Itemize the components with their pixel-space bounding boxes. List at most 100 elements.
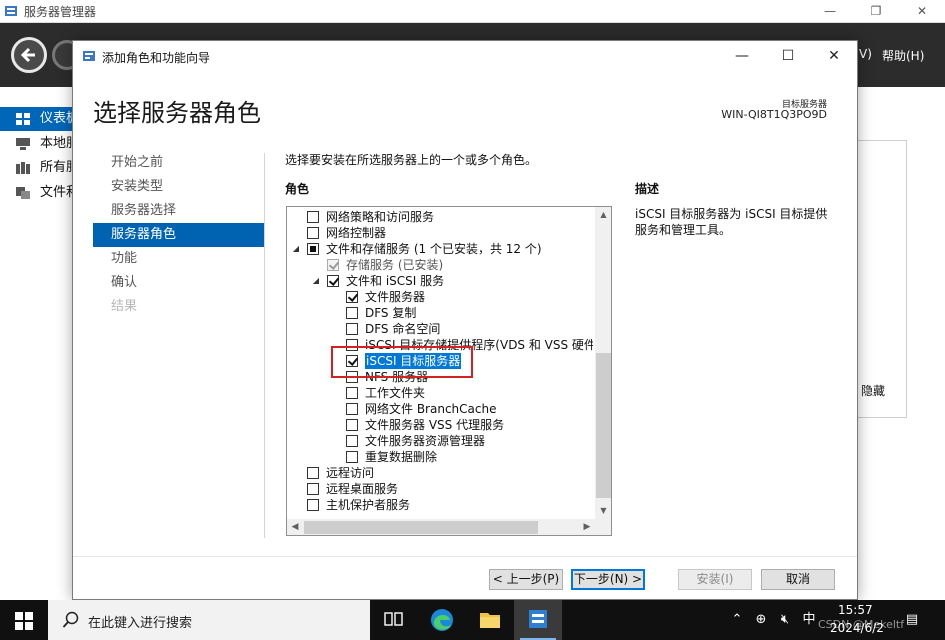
role-checkbox[interactable]: [346, 435, 358, 447]
role-label[interactable]: 文件服务器 VSS 代理服务: [365, 417, 504, 433]
expand-collapse-icon[interactable]: ◢: [291, 241, 301, 257]
step-before-you-begin[interactable]: 开始之前: [93, 151, 264, 175]
role-tree-row[interactable]: 网络控制器: [287, 225, 593, 241]
role-checkbox[interactable]: [346, 419, 358, 431]
wizard-close-button[interactable]: ✕: [811, 41, 857, 71]
next-button[interactable]: 下一步(N) >: [571, 569, 645, 590]
role-label[interactable]: DFS 复制: [365, 305, 416, 321]
sidebar-item-file-storage[interactable]: 文件和存储服务: [0, 181, 74, 205]
role-tree-row[interactable]: 工作文件夹: [287, 385, 593, 401]
role-tree-row[interactable]: 重复数据删除: [287, 449, 593, 465]
role-label[interactable]: 远程桌面服务: [326, 481, 398, 497]
role-checkbox[interactable]: [346, 403, 358, 415]
cancel-button[interactable]: 取消: [761, 569, 835, 590]
role-tree-row[interactable]: 主机保护者服务: [287, 497, 593, 513]
role-checkbox[interactable]: [307, 227, 319, 239]
role-label[interactable]: 文件服务器资源管理器: [365, 433, 485, 449]
role-tree-row[interactable]: 存储服务 (已安装): [287, 257, 593, 273]
ime-indicator[interactable]: 中: [798, 600, 820, 640]
role-tree-row[interactable]: 文件服务器: [287, 289, 593, 305]
vertical-scroll-thumb[interactable]: [596, 353, 611, 498]
minimize-button[interactable]: —: [807, 0, 853, 23]
step-server-roles[interactable]: 服务器角色: [93, 223, 264, 247]
wizard-maximize-button[interactable]: ☐: [765, 41, 811, 71]
role-label[interactable]: 主机保护者服务: [326, 497, 410, 513]
role-checkbox[interactable]: [346, 387, 358, 399]
role-label[interactable]: DFS 命名空间: [365, 321, 440, 337]
menu-view[interactable]: V): [859, 47, 872, 61]
role-checkbox[interactable]: [307, 499, 319, 511]
menu-help[interactable]: 帮助(H): [882, 47, 924, 64]
role-label[interactable]: 文件服务器: [365, 289, 425, 305]
sidebar-item-dashboard[interactable]: 仪表板: [0, 107, 74, 131]
task-view-button[interactable]: [370, 600, 418, 640]
roles-vertical-scrollbar[interactable]: ▲ ▼: [595, 207, 611, 519]
role-tree-row[interactable]: 网络文件 BranchCache: [287, 401, 593, 417]
restore-button[interactable]: ❐: [853, 0, 899, 23]
role-tree-row[interactable]: 远程桌面服务: [287, 481, 593, 497]
wizard-steps-nav: 开始之前 安装类型 服务器选择 服务器角色 功能 确认 结果: [93, 151, 264, 319]
role-tree-row[interactable]: 文件服务器资源管理器: [287, 433, 593, 449]
role-label[interactable]: 文件和 iSCSI 服务: [346, 273, 444, 289]
role-checkbox[interactable]: [346, 323, 358, 335]
role-checkbox[interactable]: [307, 243, 319, 255]
hide-link[interactable]: 隐藏: [861, 382, 885, 399]
wizard-app-icon: [83, 51, 95, 61]
role-checkbox[interactable]: [307, 467, 319, 479]
scroll-up-icon[interactable]: ▲: [595, 207, 611, 223]
expand-collapse-icon[interactable]: ◢: [311, 273, 321, 289]
scroll-down-icon[interactable]: ▼: [595, 503, 611, 519]
role-checkbox[interactable]: [346, 307, 358, 319]
back-arrow-icon[interactable]: [11, 37, 47, 73]
taskbar-search-box[interactable]: 在此键入进行搜索: [48, 600, 370, 640]
role-label[interactable]: 文件和存储服务 (1 个已安装，共 12 个): [326, 241, 542, 257]
file-explorer-button[interactable]: [466, 600, 514, 640]
scroll-left-icon[interactable]: ◀: [287, 519, 303, 535]
start-button[interactable]: [0, 600, 48, 640]
edge-browser-button[interactable]: [418, 600, 466, 640]
server-manager-taskbar-button[interactable]: [514, 600, 562, 640]
show-hidden-icons-icon[interactable]: ⌃: [728, 600, 746, 640]
role-label[interactable]: 存储服务 (已安装): [346, 257, 443, 273]
previous-button[interactable]: < 上一步(P): [489, 569, 563, 590]
role-tree-row[interactable]: 远程访问: [287, 465, 593, 481]
description-text: iSCSI 目标服务器为 iSCSI 目标提供服务和管理工具。: [635, 207, 828, 237]
role-label[interactable]: 网络控制器: [326, 225, 386, 241]
role-label[interactable]: 重复数据删除: [365, 449, 437, 465]
role-tree-row[interactable]: 文件服务器 VSS 代理服务: [287, 417, 593, 433]
role-checkbox[interactable]: [307, 211, 319, 223]
horizontal-scroll-thumb[interactable]: [304, 521, 538, 534]
sidebar-item-label: 仪表板: [40, 111, 74, 126]
role-tree-row[interactable]: 网络策略和访问服务: [287, 209, 593, 225]
role-checkbox[interactable]: [346, 291, 358, 303]
sidebar-item-local-server[interactable]: 本地服务器: [0, 132, 74, 156]
steps-divider: [264, 153, 265, 538]
volume-muted-icon[interactable]: 🔇︎: [774, 600, 796, 640]
role-tree-row[interactable]: ◢ 文件和存储服务 (1 个已安装，共 12 个): [287, 241, 593, 257]
instruction-text: 选择要安装在所选服务器上的一个或多个角色。: [285, 153, 538, 167]
server-manager-title: 服务器管理器: [24, 5, 97, 19]
network-globe-icon[interactable]: ⊕: [750, 600, 772, 640]
role-tree-row[interactable]: DFS 命名空间: [287, 321, 593, 337]
scroll-right-icon[interactable]: ▶: [579, 519, 595, 535]
step-confirmation[interactable]: 确认: [93, 271, 264, 295]
clock-time[interactable]: 15:57: [838, 603, 873, 617]
role-checkbox[interactable]: [327, 275, 339, 287]
wizard-minimize-button[interactable]: —: [719, 41, 765, 71]
role-label[interactable]: 网络策略和访问服务: [326, 209, 434, 225]
role-checkbox[interactable]: [346, 451, 358, 463]
step-server-selection[interactable]: 服务器选择: [93, 199, 264, 223]
roles-horizontal-scrollbar[interactable]: ◀ ▶: [287, 519, 595, 535]
annotation-highlight-box: [331, 346, 473, 378]
close-button[interactable]: ✕: [899, 0, 945, 23]
notification-center-icon[interactable]: ▤: [898, 600, 926, 640]
step-installation-type[interactable]: 安装类型: [93, 175, 264, 199]
role-checkbox[interactable]: [307, 483, 319, 495]
role-tree-row[interactable]: ◢ 文件和 iSCSI 服务: [287, 273, 593, 289]
role-label[interactable]: 工作文件夹: [365, 385, 425, 401]
role-label[interactable]: 远程访问: [326, 465, 374, 481]
step-features[interactable]: 功能: [93, 247, 264, 271]
role-tree-row[interactable]: DFS 复制: [287, 305, 593, 321]
role-label[interactable]: 网络文件 BranchCache: [365, 401, 496, 417]
sidebar-item-all-servers[interactable]: 所有服务器: [0, 156, 74, 180]
